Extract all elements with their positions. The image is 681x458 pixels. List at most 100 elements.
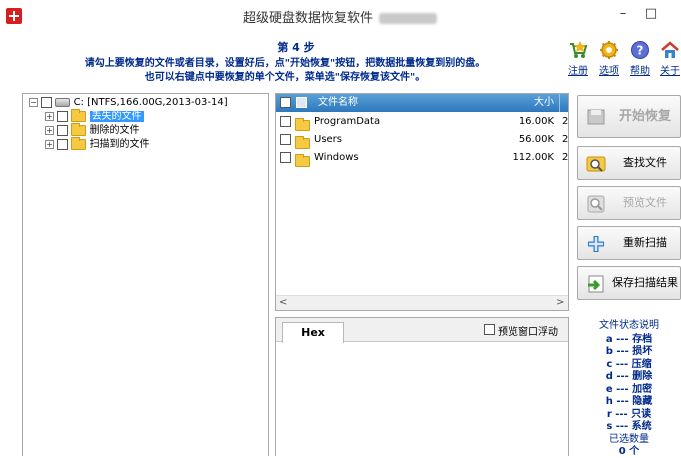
column-size[interactable]: 大小 xyxy=(522,94,554,112)
folder-icon xyxy=(295,153,310,167)
float-window-checkbox[interactable] xyxy=(484,324,495,335)
checkbox[interactable] xyxy=(280,116,291,127)
tree-item-deleted-files[interactable]: + 删除的文件 xyxy=(45,122,140,138)
legend-item: s --- 系统 xyxy=(606,421,652,432)
file-name: Users xyxy=(314,134,343,145)
directory-tree[interactable]: − C: [NTFS,166.00G,2013-03-14] + 丢失的文件 +… xyxy=(22,93,269,456)
find-file-button[interactable]: 查找文件 xyxy=(577,146,681,180)
checkbox[interactable] xyxy=(280,152,291,163)
file-list[interactable]: 文件名称 大小 ProgramData 16.00K 2 Users 56.00… xyxy=(275,93,569,311)
column-divider[interactable] xyxy=(559,94,560,112)
file-extra: 2 xyxy=(562,116,569,127)
checkbox[interactable] xyxy=(57,124,69,136)
tree-item-scanned-files[interactable]: + 扫描到的文件 xyxy=(45,136,150,152)
file-size: 112.00K xyxy=(512,152,554,163)
legend-item: e --- 加密 xyxy=(605,384,653,395)
checkbox[interactable] xyxy=(57,110,69,122)
hard-drive-icon xyxy=(55,97,71,107)
select-all-checkbox[interactable] xyxy=(280,97,291,108)
file-extra: 2 xyxy=(562,152,569,163)
register-cart-icon xyxy=(570,41,588,58)
save-scan-results-button[interactable]: 保存扫描结果 xyxy=(577,266,681,300)
legend-item: c --- 压缩 xyxy=(606,359,652,370)
float-window-label: 预览窗口浮动 xyxy=(498,327,558,338)
app-cross-icon xyxy=(6,8,22,24)
start-recovery-button[interactable]: 开始恢复 xyxy=(577,95,681,138)
version-blurred xyxy=(379,13,437,24)
file-size: 16.00K xyxy=(518,116,554,127)
expand-toggle[interactable]: + xyxy=(45,139,54,149)
folder-icon xyxy=(295,135,310,149)
about-label: 关于 xyxy=(660,66,680,77)
step-label: 第 4 步 xyxy=(277,41,315,54)
rescan-label: 重新扫描 xyxy=(623,236,667,249)
start-recovery-icon xyxy=(587,109,605,125)
checkbox[interactable] xyxy=(57,138,69,150)
horizontal-scrollbar[interactable]: < > xyxy=(276,295,568,310)
maximize-button[interactable]: □ xyxy=(640,4,662,24)
instruction-line-2: 也可以右键点中要恢复的单个文件，菜单选"保存恢复该文件"。 xyxy=(144,72,426,83)
window-title: 超级硬盘数据恢复软件 xyxy=(190,7,490,26)
register-link[interactable]: 注册 xyxy=(565,40,591,77)
about-home-icon xyxy=(661,41,679,58)
options-link[interactable]: 选项 xyxy=(596,40,622,77)
legend-item: a --- 存档 xyxy=(605,334,653,345)
register-label: 注册 xyxy=(568,66,588,77)
preview-panel: Hex 预览窗口浮动 xyxy=(275,317,569,456)
tree-root-drive-c[interactable]: − C: [NTFS,166.00G,2013-03-14] xyxy=(29,96,228,110)
rescan-plus-icon xyxy=(588,236,604,252)
folder-icon xyxy=(71,108,87,122)
tab-hex[interactable]: Hex xyxy=(282,322,344,343)
legend-item: d --- 删除 xyxy=(605,371,653,382)
svg-text:?: ? xyxy=(637,44,644,58)
file-row[interactable]: Users 56.00K 2 xyxy=(276,131,569,149)
save-scan-icon xyxy=(588,275,604,293)
find-file-icon xyxy=(586,156,606,172)
tree-item-label: 扫描到的文件 xyxy=(89,139,150,150)
column-name[interactable]: 文件名称 xyxy=(318,94,358,112)
file-name: Windows xyxy=(314,152,359,163)
legend-title: 文件状态说明 xyxy=(599,320,659,331)
scroll-left-arrow[interactable]: < xyxy=(279,296,287,310)
preview-tab-bar: Hex 预览窗口浮动 xyxy=(276,318,568,343)
folder-icon xyxy=(295,117,310,131)
collapse-toggle[interactable]: − xyxy=(29,97,38,107)
preview-file-button[interactable]: 预览文件 xyxy=(577,186,681,220)
minimize-button[interactable]: – xyxy=(612,4,634,24)
file-row[interactable]: Windows 112.00K 2 xyxy=(276,149,569,167)
legend-item: r --- 只读 xyxy=(606,409,652,420)
checkbox[interactable] xyxy=(280,134,291,145)
preview-file-label: 预览文件 xyxy=(623,196,667,209)
instruction-line-1: 请勾上要恢复的文件或者目录，设置好后，点"开始恢复"按钮，把数据批量恢复到别的盘… xyxy=(84,58,486,69)
selected-count-value: 0 个 xyxy=(618,446,640,457)
scroll-right-arrow[interactable]: > xyxy=(556,296,564,310)
legend-item: b --- 损坏 xyxy=(605,346,653,357)
file-extra: 2 xyxy=(562,134,569,145)
selected-count-label: 已选数量 xyxy=(609,434,649,445)
legend-item: h --- 隐藏 xyxy=(605,396,653,407)
preview-file-icon xyxy=(587,195,605,213)
save-scan-results-label: 保存扫描结果 xyxy=(612,276,678,289)
find-file-label: 查找文件 xyxy=(623,156,667,169)
start-recovery-label: 开始恢复 xyxy=(618,109,671,124)
options-gear-icon xyxy=(600,41,618,59)
checkbox[interactable] xyxy=(41,96,53,108)
help-icon: ? xyxy=(631,41,649,59)
options-label: 选项 xyxy=(599,66,619,77)
tree-item-lost-files[interactable]: + 丢失的文件 xyxy=(45,108,144,124)
folder-icon xyxy=(71,122,87,136)
expand-toggle[interactable]: + xyxy=(45,125,54,135)
column-type-icon xyxy=(296,97,307,108)
file-list-header: 文件名称 大小 xyxy=(276,94,568,112)
tree-item-label: 删除的文件 xyxy=(89,125,140,136)
help-link[interactable]: ? 帮助 xyxy=(627,40,653,77)
rescan-button[interactable]: 重新扫描 xyxy=(577,226,681,260)
file-name: ProgramData xyxy=(314,116,381,127)
file-row[interactable]: ProgramData 16.00K 2 xyxy=(276,113,569,131)
tree-item-label: 丢失的文件 xyxy=(89,111,144,122)
about-link[interactable]: 关于 xyxy=(657,40,681,77)
folder-icon xyxy=(71,136,87,150)
file-size: 56.00K xyxy=(518,134,554,145)
expand-toggle[interactable]: + xyxy=(45,111,54,121)
tree-root-label: C: [NTFS,166.00G,2013-03-14] xyxy=(73,97,228,108)
